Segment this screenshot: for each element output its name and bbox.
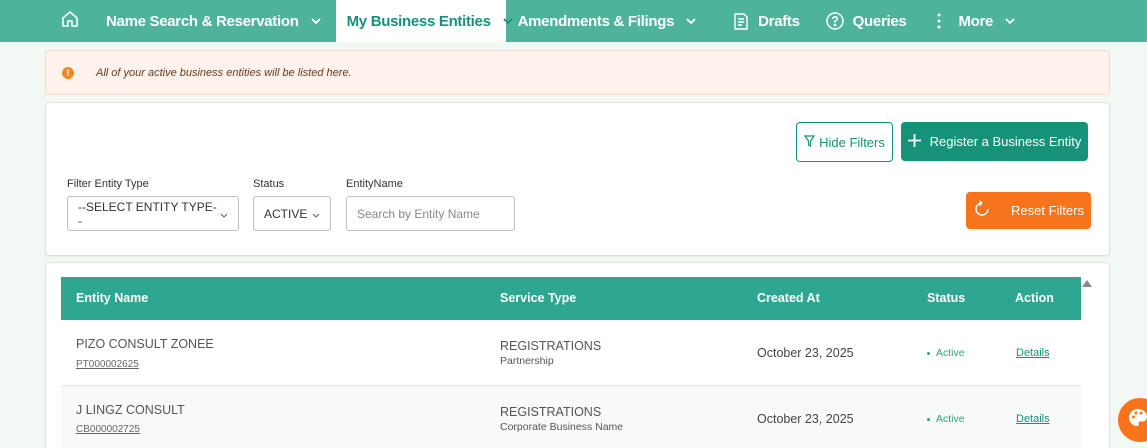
chat-button[interactable] [1118, 398, 1147, 442]
document-icon [733, 12, 749, 30]
status-label: Status [253, 178, 285, 190]
plus-icon [907, 133, 921, 150]
status-select[interactable]: ACTIVE [253, 196, 331, 231]
created-at: October 23, 2025 [757, 346, 854, 360]
nav-label: Name Search & Reservation [106, 12, 299, 30]
nav-my-business-entities[interactable]: My Business Entities [335, 0, 513, 42]
register-label: Register a Business Entity [929, 134, 1082, 149]
chevron-down-icon [1005, 17, 1015, 25]
nav-label: My Business Entities [346, 12, 491, 30]
register-entity-button[interactable]: Register a Business Entity [901, 122, 1088, 161]
reset-filters-button[interactable]: Reset Filters [966, 192, 1091, 229]
status-value: ACTIVE [264, 206, 308, 221]
palette-icon [1127, 407, 1147, 434]
chevron-down-icon [310, 17, 321, 25]
entity-type-label: Filter Entity Type [67, 178, 149, 190]
table-row: PIZO CONSULT ZONEE PT000002625 REGISTRAT… [61, 320, 1081, 386]
entity-type-select[interactable]: --SELECT ENTITY TYPE-- [67, 196, 239, 231]
alert-text: All of your active business entities wil… [96, 66, 352, 79]
home-icon [61, 10, 79, 33]
refresh-icon [973, 200, 991, 221]
service-subtype: Corporate Business Name [500, 421, 624, 433]
service-type: REGISTRATIONS [500, 405, 602, 419]
header-entity-name[interactable]: Entity Name [76, 291, 148, 305]
service-type: REGISTRATIONS [500, 339, 602, 353]
header-service-type[interactable]: Service Type [500, 291, 576, 305]
entity-id-link[interactable]: PT000002625 [76, 359, 139, 370]
chevron-down-icon [220, 207, 228, 221]
entity-id-link[interactable]: CB000002725 [76, 424, 140, 435]
nav-label: Drafts [758, 12, 800, 30]
nav-label: More [958, 12, 994, 30]
warning-icon: ! [62, 66, 74, 79]
nav-label: Amendments & Filings [517, 12, 675, 30]
status-filter: Status ACTIVE [253, 178, 331, 231]
nav-more[interactable]: More [921, 0, 1030, 42]
status-text: Active [936, 347, 965, 359]
table-row: J LINGZ CONSULT CB000002725 REGISTRATION… [61, 386, 1081, 448]
info-alert: ! All of your active business entities w… [45, 50, 1110, 95]
entity-name: PIZO CONSULT ZONEE [76, 337, 214, 351]
entity-type-filter: Filter Entity Type --SELECT ENTITY TYPE-… [67, 178, 239, 231]
entities-table: Entity Name Service Type Created At Stat… [45, 262, 1110, 448]
entity-type-value: --SELECT ENTITY TYPE-- [78, 199, 217, 228]
reset-label: Reset Filters [1011, 203, 1084, 218]
scroll-up-arrow[interactable] [1082, 280, 1092, 287]
top-nav: Name Search & Reservation My Business En… [0, 0, 1147, 42]
status-text: Active [936, 413, 965, 425]
header-status[interactable]: Status [927, 291, 965, 305]
chevron-down-icon [312, 207, 320, 221]
vertical-dots-icon [937, 13, 941, 29]
status-badge: Active [927, 413, 965, 425]
header-action: Action [1015, 291, 1054, 305]
details-link[interactable]: Details [1016, 347, 1050, 359]
table-header: Entity Name Service Type Created At Stat… [61, 277, 1081, 320]
home-button[interactable] [49, 0, 91, 42]
hide-filters-label: Hide Filters [819, 134, 885, 150]
entity-name-search-input[interactable]: Search by Entity Name [346, 196, 515, 231]
filter-icon [803, 134, 816, 150]
question-icon [825, 12, 844, 30]
nav-drafts[interactable]: Drafts [711, 0, 815, 42]
entity-name-filter: EntityName Search by Entity Name [346, 178, 515, 231]
nav-label: Queries [852, 12, 907, 30]
details-link[interactable]: Details [1016, 413, 1050, 425]
entity-name-placeholder: Search by Entity Name [357, 206, 480, 221]
chevron-down-icon [686, 17, 696, 25]
hide-filters-button[interactable]: Hide Filters [796, 122, 893, 162]
status-badge: Active [927, 347, 965, 359]
nav-amendments-filings[interactable]: Amendments & Filings [506, 0, 712, 42]
filter-panel: Hide Filters Register a Business Entity … [45, 102, 1110, 256]
entity-name-label: EntityName [346, 178, 403, 190]
header-created-at[interactable]: Created At [757, 291, 820, 305]
service-subtype: Partnership [500, 355, 554, 367]
nav-name-search[interactable]: Name Search & Reservation [91, 0, 336, 42]
created-at: October 23, 2025 [757, 412, 854, 426]
entity-name: J LINGZ CONSULT [76, 403, 185, 417]
nav-queries[interactable]: Queries [815, 0, 922, 42]
